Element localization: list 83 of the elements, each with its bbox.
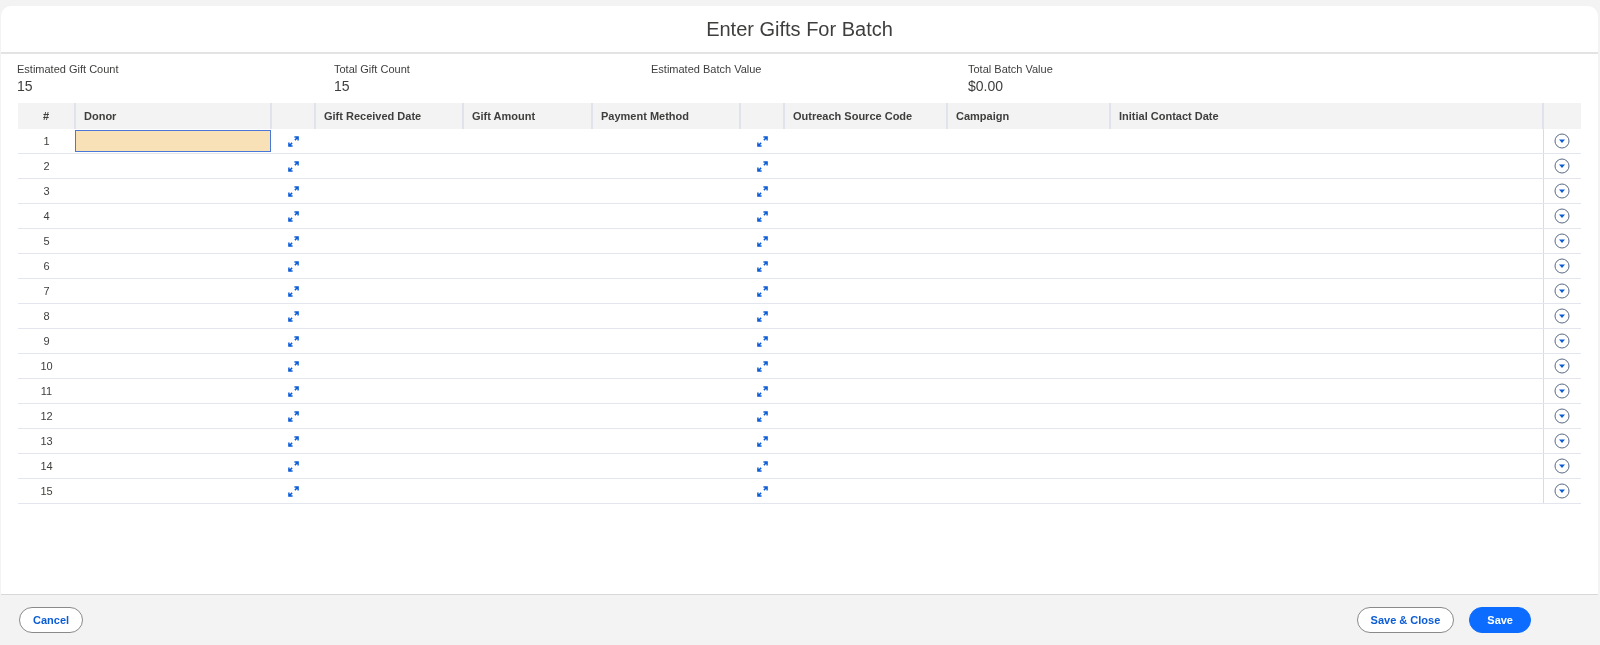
expand-icon[interactable] (756, 361, 768, 373)
expand-icon[interactable] (287, 436, 299, 448)
row-number: 4 (43, 210, 50, 222)
expand-icon[interactable] (287, 361, 299, 373)
summary-value: 15 (17, 78, 34, 94)
expand-icon[interactable] (756, 136, 768, 148)
modal-title: Enter Gifts For Batch (706, 17, 893, 41)
row-number: 10 (40, 360, 53, 372)
row-number: 5 (43, 235, 50, 247)
row-number: 6 (43, 260, 50, 272)
expand-icon[interactable] (287, 411, 299, 423)
row-menu-icon[interactable] (1554, 308, 1571, 324)
expand-icon[interactable] (287, 236, 299, 248)
expand-icon[interactable] (287, 461, 299, 473)
row-menu-icon[interactable] (1554, 133, 1571, 149)
summary-label: Total Batch Value (968, 63, 1054, 75)
row-number: 15 (40, 485, 53, 497)
row-menu-icon[interactable] (1554, 208, 1571, 224)
summary-label: Estimated Gift Count (17, 63, 120, 75)
column-header: Outreach Source Code (784, 103, 947, 129)
expand-icon[interactable] (756, 236, 768, 248)
summary-label: Estimated Batch Value (651, 63, 763, 75)
column-header: # (18, 103, 75, 129)
save-close-button[interactable]: Save & Close (1356, 607, 1455, 633)
expand-icon[interactable] (756, 411, 768, 423)
row-number: 14 (40, 460, 53, 472)
row-menu-icon[interactable] (1554, 283, 1571, 299)
row-menu-icon[interactable] (1554, 358, 1571, 374)
expand-icon[interactable] (287, 386, 299, 398)
row-number: 12 (40, 410, 53, 422)
header-cell (271, 103, 315, 129)
expand-icon[interactable] (287, 486, 299, 498)
row-menu-icon[interactable] (1554, 258, 1571, 274)
column-header: Gift Amount (463, 103, 592, 129)
column-header: Payment Method (592, 103, 740, 129)
expand-icon[interactable] (756, 211, 768, 223)
save-button[interactable]: Save (1469, 607, 1531, 633)
expand-icon[interactable] (756, 161, 768, 173)
expand-icon[interactable] (756, 486, 768, 498)
expand-icon[interactable] (756, 336, 768, 348)
row-menu-icon[interactable] (1554, 233, 1571, 249)
row-number: 2 (43, 160, 50, 172)
expand-icon[interactable] (287, 311, 299, 323)
expand-icon[interactable] (756, 261, 768, 273)
row-menu-icon[interactable] (1554, 433, 1571, 449)
selected-cell[interactable] (75, 130, 271, 152)
expand-icon[interactable] (756, 311, 768, 323)
expand-icon[interactable] (287, 336, 299, 348)
expand-icon[interactable] (287, 161, 299, 173)
expand-icon[interactable] (287, 186, 299, 198)
header-cell (740, 103, 784, 129)
expand-icon[interactable] (287, 211, 299, 223)
expand-icon[interactable] (756, 286, 768, 298)
row-menu-icon[interactable] (1554, 458, 1571, 474)
summary-value: 15 (334, 78, 351, 94)
row-menu-icon[interactable] (1554, 183, 1571, 199)
row-menu-icon[interactable] (1554, 383, 1571, 399)
row-number: 7 (43, 285, 50, 297)
expand-icon[interactable] (287, 261, 299, 273)
expand-icon[interactable] (756, 386, 768, 398)
expand-icon[interactable] (287, 286, 299, 298)
expand-icon[interactable] (756, 436, 768, 448)
row-number: 8 (43, 310, 50, 322)
row-menu-icon[interactable] (1554, 333, 1571, 349)
column-header: Gift Received Date (315, 103, 463, 129)
row-number: 9 (43, 335, 50, 347)
expand-icon[interactable] (756, 186, 768, 198)
row-number: 1 (43, 135, 50, 147)
header-cell (1543, 103, 1581, 129)
summary-value: $0.00 (968, 78, 1005, 94)
column-header: Campaign (947, 103, 1110, 129)
column-header: Initial Contact Date (1110, 103, 1543, 129)
cancel-button[interactable]: Cancel (19, 607, 84, 633)
expand-icon[interactable] (756, 461, 768, 473)
summary-label: Total Gift Count (334, 63, 411, 75)
row-menu-icon[interactable] (1554, 158, 1571, 174)
row-number: 11 (40, 385, 53, 397)
row-menu-icon[interactable] (1554, 483, 1571, 499)
column-header: Donor (75, 103, 271, 129)
row-number: 13 (40, 435, 53, 447)
row-number: 3 (43, 185, 50, 197)
expand-icon[interactable] (287, 136, 299, 148)
row-menu-icon[interactable] (1554, 408, 1571, 424)
